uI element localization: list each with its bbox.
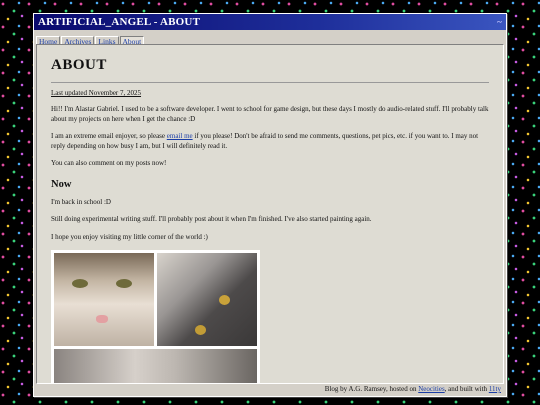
footer-text-before: Blog by A.G. Ramsey, hosted on xyxy=(324,385,419,393)
now-paragraph-1: I'm back in school :D xyxy=(51,197,111,206)
window-title: ARTIFICIAL_ANGEL - ABOUT xyxy=(38,16,201,28)
footer-text-middle: , and built with xyxy=(444,385,489,393)
content-pane[interactable]: ABOUT Last updated November 7, 2025 Hi!!… xyxy=(36,44,504,384)
email-paragraph: I am an extreme email enjoyer, so please… xyxy=(51,132,489,151)
comment-paragraph: You can also comment on my posts now! xyxy=(51,159,167,167)
browser-window: ARTIFICIAL_ANGEL - ABOUT ~ Home Archives L… xyxy=(33,13,507,397)
title-bar: ARTIFICIAL_ANGEL - ABOUT ~ xyxy=(34,14,506,30)
cat-photo-white xyxy=(54,253,154,346)
last-updated: Last updated November 7, 2025 xyxy=(51,89,142,97)
neocities-link[interactable]: Neocities xyxy=(418,385,444,393)
cat-photo-closeup xyxy=(54,349,257,383)
cat-photo-grid xyxy=(51,250,260,383)
email-link[interactable]: email me xyxy=(167,132,193,140)
status-bar: Blog by A.G. Ramsey, hosted on Neocities… xyxy=(36,384,504,395)
divider xyxy=(51,82,489,83)
intro-paragraph: Hi!! I'm Alastar Gabriel. I used to be a… xyxy=(51,105,489,123)
cat-photo-gray xyxy=(157,253,257,346)
eleventy-link[interactable]: 11ty xyxy=(489,385,501,393)
email-text-before: I am an extreme email enjoyer, so please xyxy=(51,132,167,140)
now-paragraph-3: I hope you enjoy visiting my little corn… xyxy=(51,232,208,241)
nav-bar: Home Archives Links About xyxy=(34,30,506,48)
window-control-icon[interactable]: ~ xyxy=(497,14,502,30)
page-title: ABOUT xyxy=(51,57,107,73)
now-heading: Now xyxy=(51,178,72,190)
now-paragraph-2: Still doing experimental writing stuff. … xyxy=(51,215,372,223)
